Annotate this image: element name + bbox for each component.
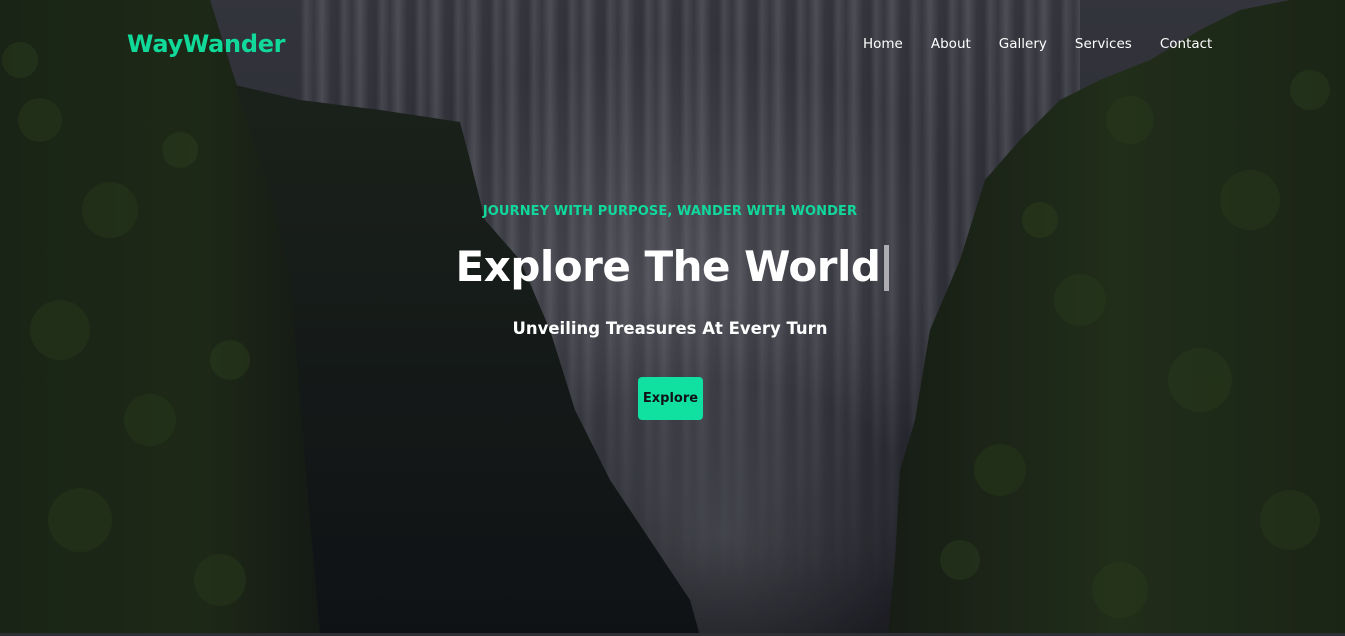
dark-overlay (0, 0, 1345, 636)
nav-link-services[interactable]: Services (1075, 36, 1132, 52)
hero-headline-wrap: Explore The World (0, 242, 1345, 291)
nav-link-gallery[interactable]: Gallery (999, 36, 1047, 52)
nav-link-home[interactable]: Home (863, 36, 903, 52)
explore-button[interactable]: Explore (638, 377, 703, 420)
nav-link-about[interactable]: About (931, 36, 971, 52)
nav-links: Home About Gallery Services Contact (863, 36, 1240, 52)
hero-tagline: JOURNEY WITH PURPOSE, WANDER WITH WONDER (482, 204, 858, 219)
brand-logo[interactable]: WayWander (127, 30, 286, 58)
hero-headline: Explore The World (455, 242, 881, 291)
hero-section: WayWander Home About Gallery Services Co… (0, 0, 1345, 636)
navbar: WayWander Home About Gallery Services Co… (0, 0, 1345, 90)
nav-link-contact[interactable]: Contact (1160, 36, 1213, 52)
hero-subheadline: Unveiling Treasures At Every Turn (512, 319, 828, 338)
typing-cursor (884, 245, 890, 291)
